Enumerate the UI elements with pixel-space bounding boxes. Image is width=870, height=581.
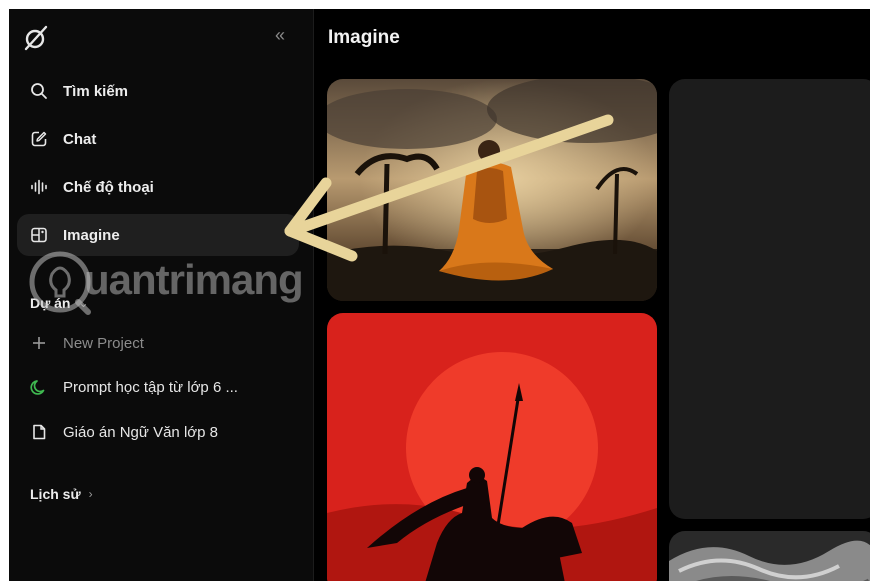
nav-item-label: Chat: [63, 130, 97, 148]
project-label: Giáo án Ngữ Văn lớp 8: [63, 423, 218, 441]
nav-item-label: Tìm kiếm: [63, 82, 129, 100]
watermark-text: uantrimang: [84, 256, 304, 303]
nav-item-voice-mode[interactable]: Chế độ thoại: [17, 166, 299, 208]
image-card-warrior[interactable]: [327, 313, 657, 581]
voice-wave-icon: [29, 177, 49, 197]
nav-item-label: Imagine: [63, 226, 120, 244]
image-card-placeholder[interactable]: [669, 79, 870, 519]
project-item-prompt[interactable]: Prompt học tập từ lớp 6 ...: [17, 370, 299, 404]
history-heading-label: Lịch sử: [30, 486, 81, 502]
abstract-image: [669, 531, 870, 581]
plus-icon: [29, 333, 49, 353]
moon-icon: [29, 377, 49, 397]
project-label: New Project: [63, 334, 144, 352]
nav-item-imagine[interactable]: Imagine: [17, 214, 299, 256]
edit-icon: [29, 129, 49, 149]
image-gallery-icon: [29, 225, 49, 245]
projects-heading[interactable]: Dự án ⌄: [30, 295, 89, 311]
collapse-sidebar-icon[interactable]: «: [269, 25, 291, 45]
nav-item-chat[interactable]: Chat: [17, 118, 299, 160]
monk-image: [327, 79, 657, 301]
history-heading[interactable]: Lịch sử ›: [30, 486, 93, 502]
nav-item-label: Chế độ thoại: [63, 178, 154, 196]
search-icon: [29, 81, 49, 101]
page-title: Imagine: [328, 27, 400, 48]
project-item-lesson-plan[interactable]: Giáo án Ngữ Văn lớp 8: [17, 415, 299, 449]
warrior-image: [327, 313, 657, 581]
main-panel: Imagine: [314, 9, 870, 581]
logo-icon[interactable]: [23, 25, 49, 51]
projects-heading-label: Dự án: [30, 295, 71, 311]
nav-item-search[interactable]: Tìm kiếm: [17, 70, 299, 112]
new-project-button[interactable]: New Project: [17, 326, 299, 360]
chevron-right-icon: ›: [88, 487, 93, 501]
document-icon: [29, 422, 49, 442]
project-label: Prompt học tập từ lớp 6 ...: [63, 378, 238, 396]
image-card-abstract[interactable]: [669, 531, 870, 581]
image-card-monk[interactable]: [327, 79, 657, 301]
